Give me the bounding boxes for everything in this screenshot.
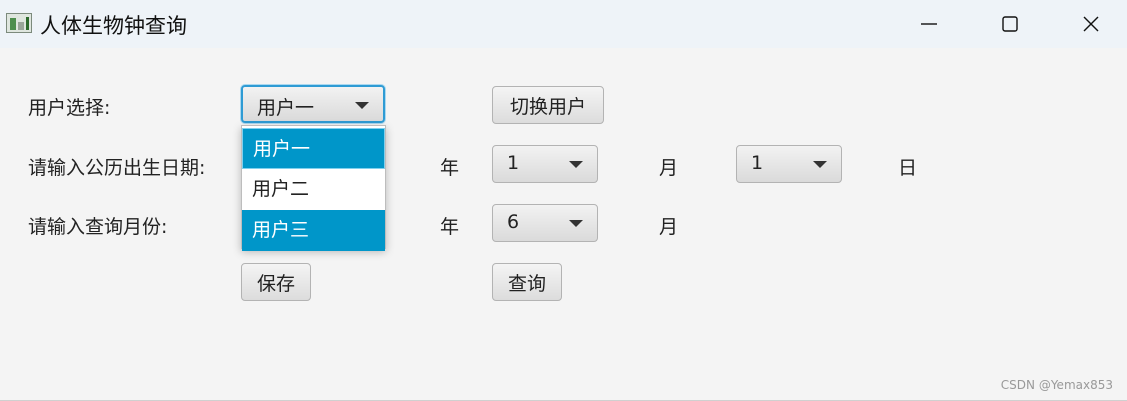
birth-year-unit: 年 — [440, 157, 460, 179]
user-select-dropdown: 用户一 用户二 用户三 — [241, 125, 386, 251]
birth-date-label: 请输入公历出生日期: — [28, 157, 206, 179]
query-month-label: 请输入查询月份: — [28, 216, 168, 238]
chevron-down-icon — [569, 161, 583, 168]
birth-month-value: 1 — [507, 152, 520, 174]
query-month-value: 6 — [507, 211, 520, 233]
birth-day-combobox[interactable]: 1 — [736, 145, 842, 183]
minimize-icon — [921, 23, 937, 25]
dropdown-option[interactable]: 用户三 — [242, 210, 385, 251]
watermark: CSDN @Yemax853 — [1000, 378, 1113, 392]
close-icon — [1083, 16, 1099, 32]
switch-user-button[interactable]: 切换用户 — [492, 86, 604, 124]
query-year-unit: 年 — [440, 216, 460, 238]
query-month-unit: 月 — [659, 216, 679, 238]
birth-day-value: 1 — [751, 152, 764, 174]
dropdown-option[interactable]: 用户一 — [242, 128, 385, 169]
close-button[interactable] — [1061, 0, 1121, 48]
maximize-icon — [1002, 16, 1018, 32]
chevron-down-icon — [355, 102, 369, 109]
birth-day-unit: 日 — [898, 157, 918, 179]
maximize-button[interactable] — [980, 0, 1040, 48]
birth-month-unit: 月 — [659, 157, 679, 179]
app-window: 人体生物钟查询 用户选择: 用户一 切换用户 请输入公历出生日期: 年 1 月 — [0, 0, 1127, 401]
save-button[interactable]: 保存 — [241, 263, 311, 301]
user-select-combobox[interactable]: 用户一 — [241, 85, 385, 123]
app-icon — [6, 13, 32, 33]
dropdown-option[interactable]: 用户二 — [242, 169, 385, 210]
chevron-down-icon — [569, 220, 583, 227]
query-button[interactable]: 查询 — [492, 263, 562, 301]
query-month-combobox[interactable]: 6 — [492, 204, 598, 242]
birth-month-combobox[interactable]: 1 — [492, 145, 598, 183]
minimize-button[interactable] — [899, 0, 959, 48]
user-select-label: 用户选择: — [28, 97, 111, 119]
user-select-value: 用户一 — [257, 97, 315, 119]
title-bar[interactable]: 人体生物钟查询 — [0, 0, 1127, 48]
window-title: 人体生物钟查询 — [40, 14, 187, 38]
chevron-down-icon — [813, 161, 827, 168]
